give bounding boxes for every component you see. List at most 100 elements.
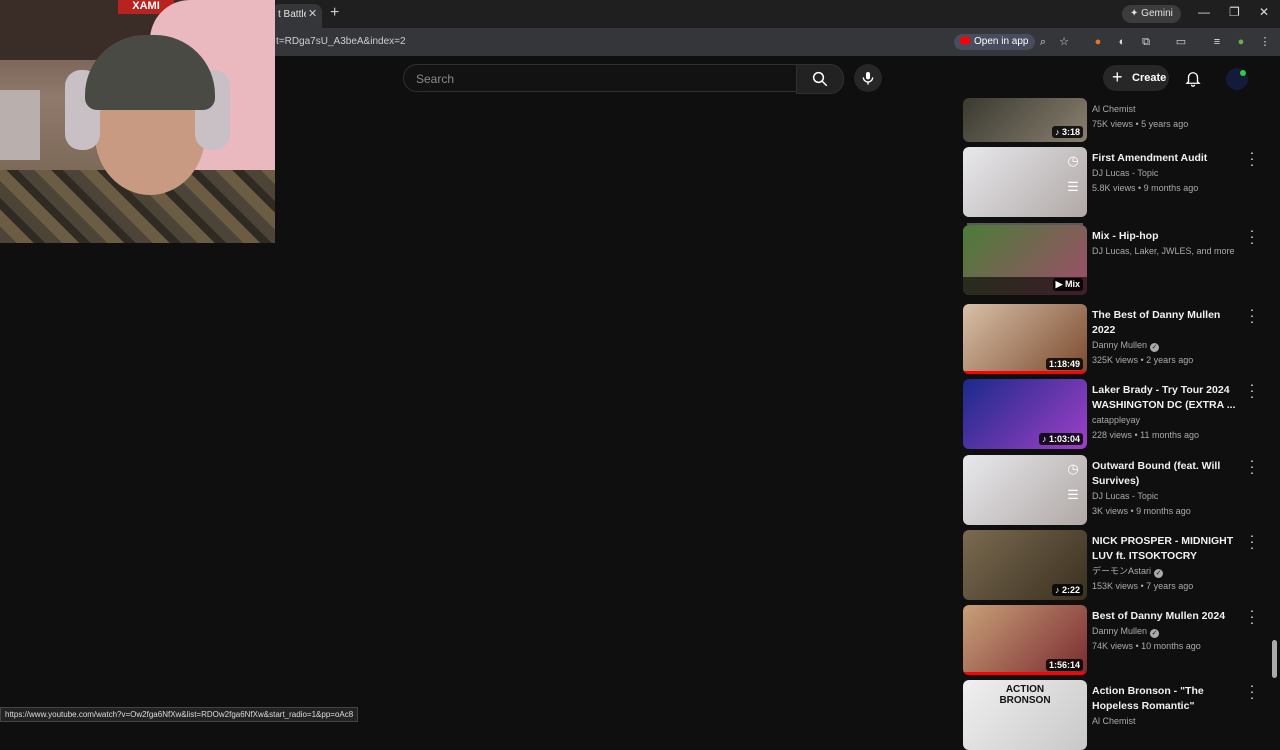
- video-thumbnail[interactable]: 1:56:14: [963, 605, 1087, 675]
- video-thumbnail[interactable]: ◷ ☰: [963, 455, 1087, 525]
- channel-name[interactable]: DJ Lucas - Topic: [1092, 489, 1242, 504]
- bookmark-star-icon[interactable]: ☆: [1058, 36, 1070, 48]
- video-title[interactable]: First Amendment Audit: [1092, 151, 1242, 166]
- restore-icon[interactable]: ❐: [1229, 5, 1240, 19]
- duration-badge: 1:56:14: [1045, 659, 1083, 671]
- webcam-overlay: XAMI: [0, 0, 275, 243]
- add-to-queue-icon[interactable]: ☰: [1063, 485, 1083, 505]
- more-vert-icon[interactable]: · · ·: [1249, 377, 1255, 403]
- video-meta: NICK PROSPER - MIDNIGHT LUV ft. ITSOKTOC…: [1092, 534, 1242, 594]
- more-vert-icon[interactable]: · · ·: [1249, 528, 1255, 554]
- video-title[interactable]: NICK PROSPER - MIDNIGHT LUV ft. ITSOKTOC…: [1092, 534, 1242, 564]
- tab-title: t Battle: [278, 9, 306, 20]
- video-meta: Outward Bound (feat. Will Survives) DJ Lu…: [1092, 459, 1242, 519]
- view-count-age: 75K views • 5 years ago: [1092, 119, 1189, 129]
- duration-text: 1:18:49: [1048, 359, 1080, 369]
- create-button[interactable]: + Create: [1103, 65, 1169, 91]
- video-title[interactable]: Action Bronson - "The Hopeless Romantic"…: [1092, 684, 1242, 714]
- view-count-age: 74K views • 10 months ago: [1092, 641, 1201, 651]
- channel-name-text: DJ Lucas - Topic: [1092, 491, 1159, 501]
- mic-icon: [862, 72, 874, 85]
- more-vert-icon[interactable]: · · ·: [1249, 223, 1255, 249]
- video-thumbnail[interactable]: ACTION BRONSON: [963, 680, 1087, 750]
- channel-name-text: DJ Lucas, Laker, JWLES, and more: [1092, 246, 1235, 256]
- channel-name[interactable]: Danny Mullen ✓: [1092, 338, 1242, 353]
- video-thumbnail[interactable]: ♪ 2:22: [963, 530, 1087, 600]
- verified-icon: ✓: [1150, 629, 1160, 638]
- view-count-age: 153K views • 7 years ago: [1092, 581, 1194, 591]
- browser-tab[interactable]: t Battle ✕: [272, 4, 322, 28]
- new-tab-icon[interactable]: +: [330, 4, 339, 22]
- watch-later-icon[interactable]: ◷: [1063, 459, 1083, 479]
- more-vert-icon[interactable]: · · ·: [1249, 145, 1255, 171]
- channel-name-text: DJ Lucas - Topic: [1092, 168, 1159, 178]
- duration-text: 1:56:14: [1048, 660, 1080, 670]
- video-title[interactable]: Laker Brady - Try Tour 2024 WASHINGTON D…: [1092, 383, 1242, 413]
- zoom-icon[interactable]: ⌕: [1037, 36, 1049, 48]
- more-vert-icon[interactable]: · · ·: [1249, 678, 1255, 704]
- duration-badge: 1:18:49: [1045, 358, 1083, 370]
- channel-name-text: catappleyay: [1092, 415, 1141, 425]
- video-meta: First Amendment Audit DJ Lucas - Topic 5.8…: [1092, 151, 1242, 196]
- close-window-icon[interactable]: ✕: [1259, 5, 1269, 19]
- url-field[interactable]: t=RDga7sU_A3beA&index=2: [276, 36, 406, 47]
- channel-name[interactable]: DJ Lucas - Topic: [1092, 166, 1242, 181]
- avatar[interactable]: [1226, 68, 1248, 90]
- video-title[interactable]: The Best of Danny Mullen 2022: [1092, 308, 1242, 338]
- video-title[interactable]: Best of Danny Mullen 2024: [1092, 609, 1242, 624]
- search-button[interactable]: [796, 64, 844, 94]
- youtube-icon: [960, 37, 970, 44]
- video-title[interactable]: Outward Bound (feat. Will Survives): [1092, 459, 1242, 489]
- verified-icon: ✓: [1154, 569, 1164, 578]
- view-count-age: 228 views • 11 months ago: [1092, 430, 1200, 440]
- channel-name[interactable]: Al Chemist: [1092, 102, 1242, 117]
- thumbnail-text: ACTION BRONSON: [999, 684, 1051, 706]
- video-thumbnail[interactable]: 1:18:49: [963, 304, 1087, 374]
- profile-icon[interactable]: ●: [1235, 36, 1247, 48]
- video-thumbnail[interactable]: ♪ 3:18: [963, 98, 1087, 142]
- browser-menu-icon[interactable]: ⋮: [1259, 36, 1271, 48]
- channel-name[interactable]: Al Chemist: [1092, 714, 1242, 729]
- duration-text: 2:22: [1061, 585, 1080, 595]
- close-tab-icon[interactable]: ✕: [308, 7, 317, 20]
- duration-text: 3:18: [1061, 127, 1080, 137]
- duration-badge: ▶ Mix: [1052, 278, 1083, 291]
- search-placeholder: Search: [416, 72, 455, 86]
- bell-icon[interactable]: [1184, 69, 1202, 87]
- watch-later-icon[interactable]: ◷: [1063, 151, 1083, 171]
- plus-icon: +: [1112, 67, 1123, 87]
- channel-name[interactable]: DJ Lucas, Laker, JWLES, and more: [1092, 244, 1242, 259]
- channel-name[interactable]: catappleyay: [1092, 413, 1242, 428]
- webcam-curtain: [0, 90, 40, 160]
- more-vert-icon[interactable]: · · ·: [1249, 302, 1255, 328]
- channel-name[interactable]: デーモンAstari ✓: [1092, 564, 1242, 579]
- extension-icon[interactable]: ●: [1092, 36, 1104, 48]
- video-meta: Mix - Hip-hop DJ Lucas, Laker, JWLES, and…: [1092, 229, 1242, 259]
- duration-badge: ♪ 3:18: [1051, 126, 1083, 138]
- duration-badge: ♪ 2:22: [1051, 584, 1083, 596]
- video-thumbnail[interactable]: ▶ Mix: [963, 225, 1087, 295]
- channel-name[interactable]: Danny Mullen ✓: [1092, 624, 1242, 639]
- channel-name-text: Al Chemist: [1092, 716, 1136, 726]
- video-thumbnail[interactable]: ♪ 1:03:04: [963, 379, 1087, 449]
- search-input[interactable]: Search: [403, 64, 797, 92]
- open-in-app-button[interactable]: Open in app: [954, 34, 1035, 50]
- minimize-icon[interactable]: —: [1198, 5, 1210, 19]
- duration-text: 1:03:04: [1048, 434, 1080, 444]
- video-thumbnail[interactable]: ◷ ☰: [963, 147, 1087, 217]
- create-label: Create: [1132, 72, 1167, 84]
- scrollbar-thumb[interactable]: [1272, 640, 1277, 678]
- extension-icon[interactable]: ◐: [1116, 36, 1128, 48]
- view-count-age: 325K views • 2 years ago: [1092, 355, 1194, 365]
- voice-search-button[interactable]: [854, 64, 882, 92]
- extensions-puzzle-icon[interactable]: ⧉: [1140, 36, 1152, 48]
- cast-icon[interactable]: ▭: [1175, 36, 1187, 48]
- video-meta: Action Bronson - "The Hopeless Romantic"…: [1092, 684, 1242, 729]
- more-vert-icon[interactable]: · · ·: [1249, 453, 1255, 479]
- media-controls-icon[interactable]: ≡: [1211, 36, 1223, 48]
- gemini-button[interactable]: ✦ Gemini: [1122, 5, 1181, 23]
- duration-badge: ♪ 1:03:04: [1038, 433, 1083, 445]
- add-to-queue-icon[interactable]: ☰: [1063, 177, 1083, 197]
- video-title[interactable]: Mix - Hip-hop: [1092, 229, 1242, 244]
- more-vert-icon[interactable]: · · ·: [1249, 603, 1255, 629]
